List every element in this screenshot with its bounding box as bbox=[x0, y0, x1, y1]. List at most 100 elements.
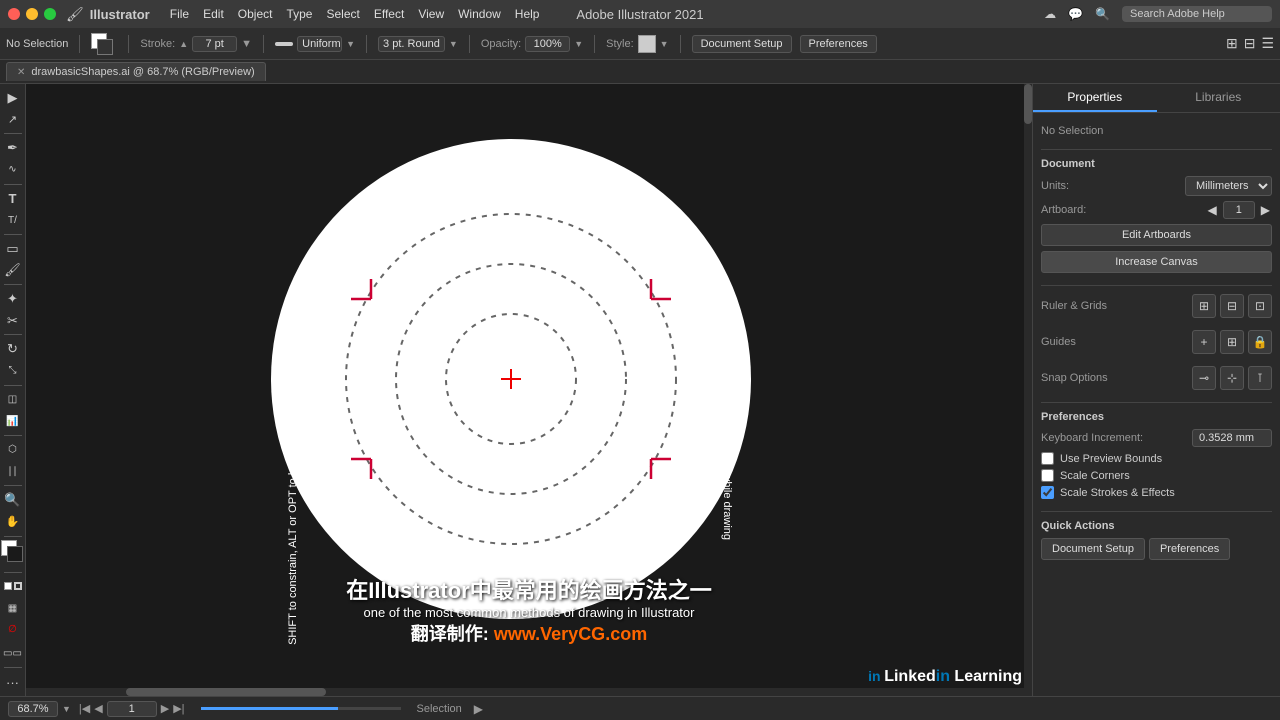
use-preview-bounds-checkbox[interactable] bbox=[1041, 452, 1054, 465]
close-button[interactable] bbox=[8, 8, 20, 20]
tool-blend[interactable]: ⬡ bbox=[2, 440, 24, 460]
units-select[interactable]: Millimeters bbox=[1185, 176, 1272, 196]
opacity-dropdown[interactable]: ▼ bbox=[574, 39, 583, 49]
tool-more[interactable]: ··· bbox=[2, 672, 24, 692]
snap-row: Snap Options ⊸ ⊹ ⊺ bbox=[1041, 366, 1272, 390]
style-dropdown[interactable]: ▼ bbox=[660, 39, 669, 49]
tool-eraser[interactable]: ✦ bbox=[2, 289, 24, 309]
guide-edit-icon[interactable]: ⊞ bbox=[1220, 330, 1244, 354]
menu-view[interactable]: View bbox=[418, 7, 444, 21]
edit-artboards-button[interactable]: Edit Artboards bbox=[1041, 224, 1272, 246]
tool-pen[interactable]: ✒ bbox=[2, 138, 24, 158]
tool-none[interactable]: ∅ bbox=[2, 620, 24, 640]
quick-preferences-button[interactable]: Preferences bbox=[1149, 538, 1230, 560]
stroke-value[interactable]: 7 pt bbox=[192, 36, 237, 52]
horizontal-scrollbar-thumb[interactable] bbox=[126, 688, 326, 696]
keyboard-increment-input[interactable] bbox=[1192, 429, 1272, 447]
tool-scissors[interactable]: ✂ bbox=[2, 311, 24, 331]
tool-gradient[interactable]: ◫ bbox=[2, 390, 24, 410]
ruler-icon[interactable]: ⊞ bbox=[1192, 294, 1216, 318]
preferences-button[interactable]: Preferences bbox=[800, 35, 877, 53]
zoom-input[interactable]: 68.7% bbox=[8, 701, 58, 717]
snap-point-icon[interactable]: ⊸ bbox=[1192, 366, 1216, 390]
guide-lock-icon[interactable]: 🔒 bbox=[1248, 330, 1272, 354]
minimize-button[interactable] bbox=[26, 8, 38, 20]
opacity-value[interactable]: 100% bbox=[525, 36, 570, 52]
grid-icon[interactable]: ⊟ bbox=[1220, 294, 1244, 318]
vertical-scrollbar-thumb[interactable] bbox=[1024, 84, 1032, 124]
menu-effect[interactable]: Effect bbox=[374, 7, 404, 21]
ruler-grids-row: Ruler & Grids ⊞ ⊟ ⊡ bbox=[1041, 294, 1272, 318]
tool-type-touch[interactable]: T/ bbox=[2, 210, 24, 230]
tool-type[interactable]: T bbox=[2, 189, 24, 209]
sep4 bbox=[366, 35, 367, 53]
tool-graph[interactable]: ∣∣ bbox=[2, 462, 24, 482]
tool-shape[interactable]: ▭ bbox=[2, 239, 24, 259]
tab-properties[interactable]: Properties bbox=[1033, 84, 1157, 112]
page-input[interactable] bbox=[107, 701, 157, 717]
snap-pixel-icon[interactable]: ⊺ bbox=[1248, 366, 1272, 390]
tool-curvature[interactable]: ∿ bbox=[2, 160, 24, 180]
no-selection-label: No Selection bbox=[1041, 121, 1272, 141]
menu-file[interactable]: File bbox=[170, 7, 189, 21]
tool-scale[interactable]: ⤡ bbox=[2, 361, 24, 381]
opacity-option: Opacity: 100% ▼ bbox=[481, 36, 583, 52]
snap-grid-icon[interactable]: ⊹ bbox=[1220, 366, 1244, 390]
canvas-area[interactable]: Remember to keep key(s) held down until … bbox=[26, 84, 1032, 696]
tool-direct-select[interactable]: ↗ bbox=[2, 110, 24, 130]
tool-gradient-linear[interactable]: ▦ bbox=[2, 598, 24, 618]
scale-corners-checkbox[interactable] bbox=[1041, 469, 1054, 482]
page-last[interactable]: ▶| bbox=[173, 702, 184, 715]
artboard-next[interactable]: ▶ bbox=[1259, 203, 1272, 217]
tool-hand[interactable]: ✋ bbox=[2, 512, 24, 532]
stroke-label: Stroke: bbox=[140, 38, 175, 50]
tab-libraries[interactable]: Libraries bbox=[1157, 84, 1280, 112]
menu-window[interactable]: Window bbox=[458, 7, 501, 21]
search-bar[interactable]: Search Adobe Help bbox=[1122, 6, 1272, 22]
align-left-icon[interactable]: ⊞ bbox=[1226, 35, 1238, 52]
page-prev[interactable]: ◀ bbox=[94, 702, 102, 715]
stroke-type-dropdown[interactable]: ▼ bbox=[346, 39, 355, 49]
tool-paintbrush[interactable]: 🖌 bbox=[2, 260, 24, 280]
tool-chart[interactable]: 📊 bbox=[2, 411, 24, 431]
stroke-cap-value[interactable]: 3 pt. Round bbox=[378, 36, 445, 52]
page-first[interactable]: |◀ bbox=[79, 702, 90, 715]
background-color[interactable] bbox=[7, 546, 23, 562]
stroke-cap-dropdown[interactable]: ▼ bbox=[449, 39, 458, 49]
stroke-type-value[interactable]: Uniform bbox=[297, 36, 342, 52]
maximize-button[interactable] bbox=[44, 8, 56, 20]
document-tab[interactable]: ✕ drawbasicShapes.ai @ 68.7% (RGB/Previe… bbox=[6, 62, 266, 81]
page-next[interactable]: ▶ bbox=[161, 702, 169, 715]
stroke-swatch[interactable] bbox=[97, 39, 113, 55]
menu-object[interactable]: Object bbox=[238, 7, 273, 21]
artboard-prev[interactable]: ◀ bbox=[1206, 203, 1219, 217]
tool-artboard[interactable]: ▭▭ bbox=[2, 644, 24, 664]
artboard-input[interactable] bbox=[1223, 201, 1255, 219]
document-setup-button[interactable]: Document Setup bbox=[692, 35, 792, 53]
titlebar-right: ☁ 💬 🔍 Search Adobe Help bbox=[1044, 6, 1272, 22]
tool-select-arrow[interactable]: ▶ bbox=[2, 88, 24, 108]
menu-icon[interactable]: ☰ bbox=[1261, 35, 1274, 52]
quick-doc-setup-button[interactable]: Document Setup bbox=[1041, 538, 1145, 560]
distribute-icon[interactable]: ⊟ bbox=[1244, 35, 1256, 52]
tool-zoom[interactable]: 🔍 bbox=[2, 490, 24, 510]
play-icon[interactable]: ▶ bbox=[474, 702, 483, 716]
guide-add-icon[interactable]: + bbox=[1192, 330, 1216, 354]
preferences-section: Preferences Keyboard Increment: Use Prev… bbox=[1041, 411, 1272, 499]
app-name: Illustrator bbox=[90, 7, 150, 22]
stroke-icon[interactable] bbox=[14, 582, 22, 590]
units-label: Units: bbox=[1041, 180, 1179, 192]
tab-close-icon[interactable]: ✕ bbox=[17, 67, 25, 78]
pixel-grid-icon[interactable]: ⊡ bbox=[1248, 294, 1272, 318]
zoom-dropdown[interactable]: ▼ bbox=[62, 704, 71, 714]
scale-strokes-effects-checkbox[interactable] bbox=[1041, 486, 1054, 499]
menu-type[interactable]: Type bbox=[286, 7, 312, 21]
stroke-dropdown-icon[interactable]: ▼ bbox=[241, 38, 252, 50]
scale-strokes-effects-label: Scale Strokes & Effects bbox=[1060, 487, 1175, 499]
fill-icon[interactable] bbox=[4, 582, 12, 590]
menu-select[interactable]: Select bbox=[326, 7, 359, 21]
menu-edit[interactable]: Edit bbox=[203, 7, 224, 21]
tool-rotate[interactable]: ↻ bbox=[2, 339, 24, 359]
menu-help[interactable]: Help bbox=[515, 7, 540, 21]
increase-canvas-button[interactable]: Increase Canvas bbox=[1041, 251, 1272, 273]
